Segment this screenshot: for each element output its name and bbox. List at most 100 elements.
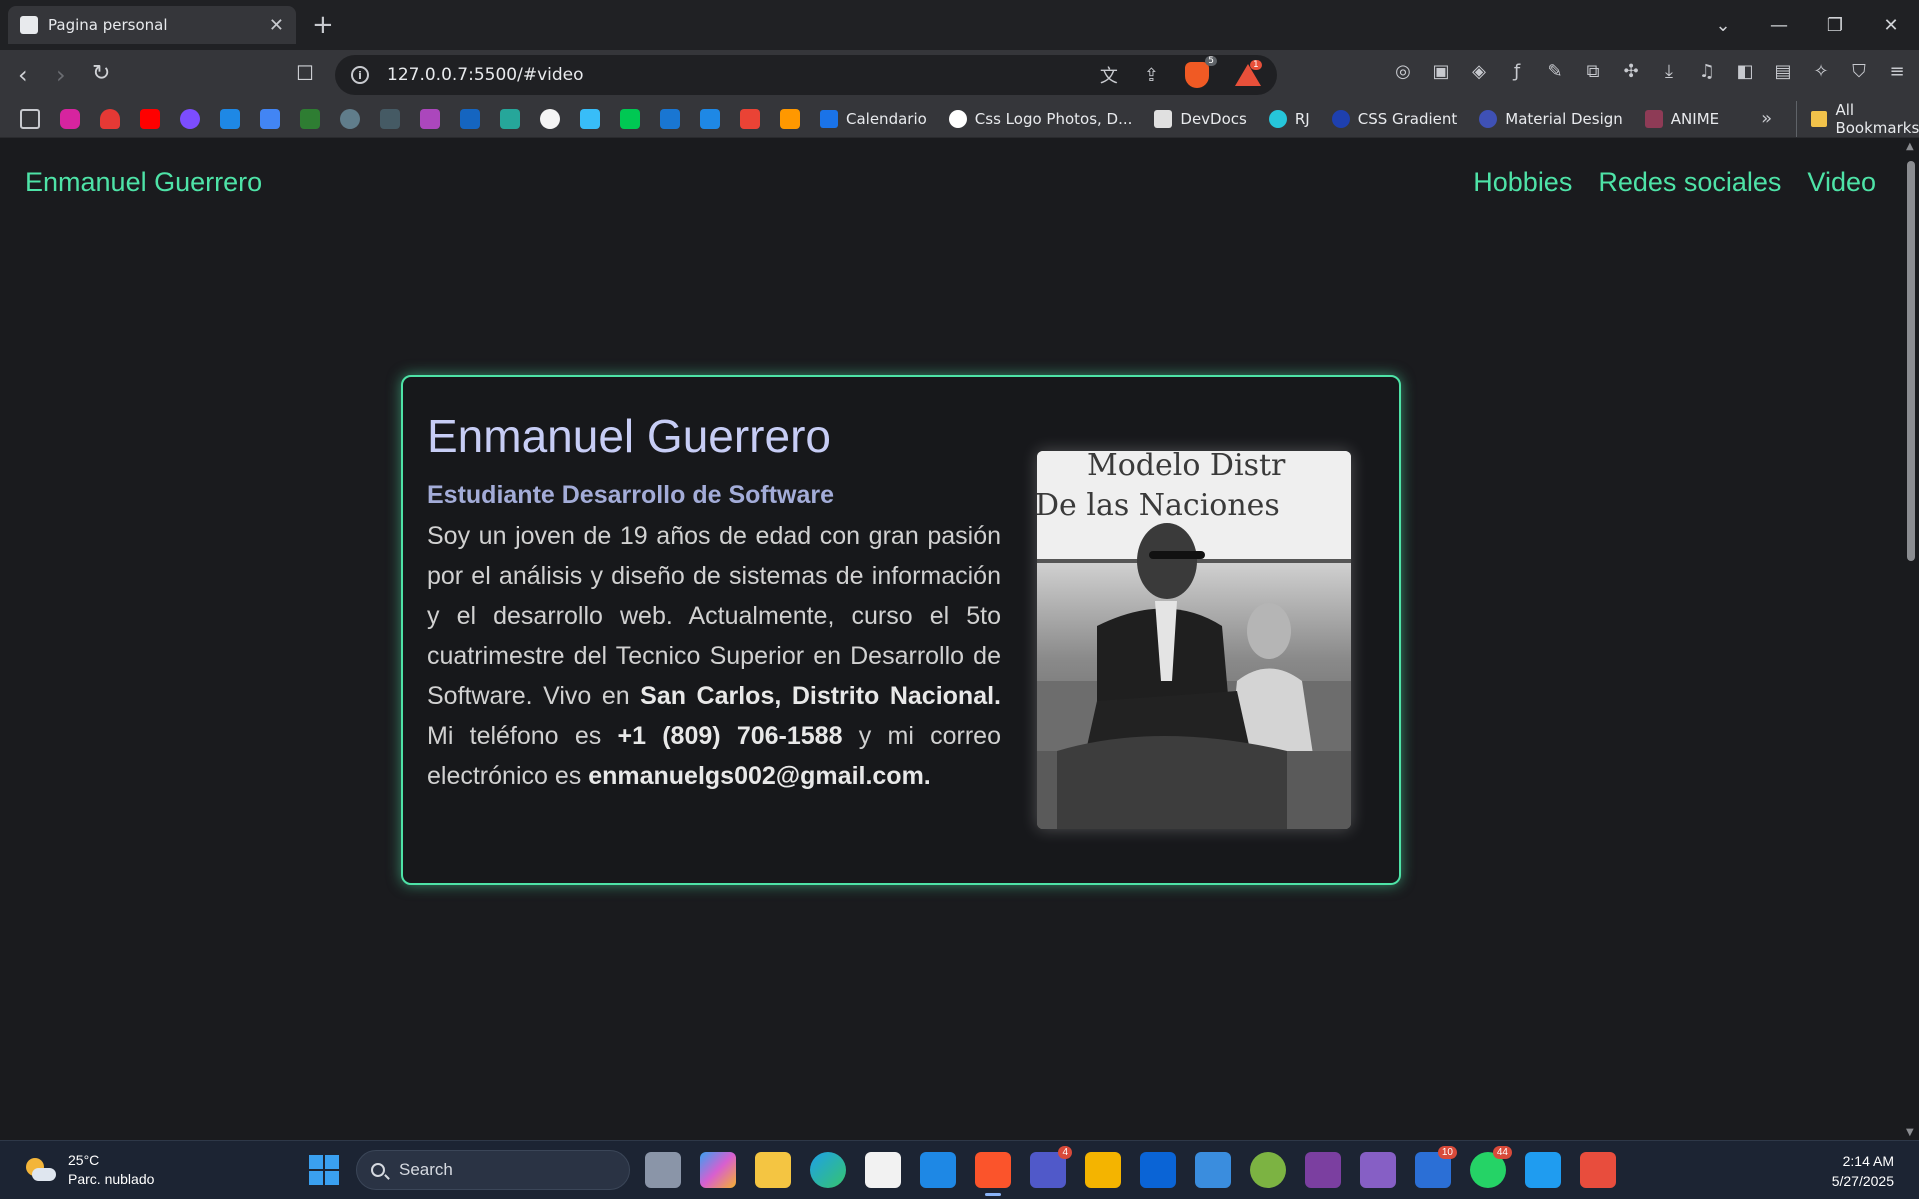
- site-brand-link[interactable]: Enmanuel Guerrero: [25, 167, 262, 198]
- all-bookmarks-folder[interactable]: All Bookmarks: [1796, 100, 1919, 137]
- minimize-icon[interactable]: —: [1751, 15, 1807, 36]
- bookmark-devdocs[interactable]: DevDocs: [1154, 109, 1247, 128]
- bookmark-cs-icon[interactable]: [500, 108, 520, 129]
- bookmark-page-icon[interactable]: ☐: [296, 61, 314, 85]
- search-icon: [371, 1163, 385, 1177]
- bookmark-share-icon[interactable]: [700, 108, 720, 129]
- edge-icon[interactable]: [810, 1152, 846, 1188]
- microsoft-store-icon[interactable]: [865, 1152, 901, 1188]
- heart-icon[interactable]: [100, 108, 120, 129]
- instagram-icon[interactable]: [60, 108, 80, 129]
- wallet-icon[interactable]: ▤: [1773, 61, 1793, 85]
- new-tab-icon[interactable]: +: [312, 10, 334, 40]
- scroll-down-icon[interactable]: ▼: [1906, 1127, 1914, 1138]
- file-explorer-icon[interactable]: [755, 1152, 791, 1188]
- bookmark-anime[interactable]: ANIME: [1644, 109, 1719, 128]
- github-icon[interactable]: [540, 108, 560, 129]
- close-window-icon[interactable]: ✕: [1863, 15, 1919, 36]
- forward-icon[interactable]: ›: [56, 61, 66, 89]
- outlook-icon[interactable]: [1140, 1152, 1176, 1188]
- scroll-up-icon[interactable]: ▲: [1906, 141, 1914, 152]
- bookmark-material-design[interactable]: Material Design: [1479, 109, 1623, 128]
- extension-eyedropper-icon[interactable]: ✎: [1545, 61, 1565, 85]
- extension-copy-icon[interactable]: ⧉: [1583, 61, 1603, 85]
- bookmark-colors-icon[interactable]: [620, 108, 640, 129]
- scroll-thumb[interactable]: [1907, 161, 1915, 561]
- azure-data-studio-icon[interactable]: [920, 1152, 956, 1188]
- close-tab-icon[interactable]: ✕: [269, 15, 284, 36]
- extension-spy-icon[interactable]: ◎: [1393, 61, 1413, 85]
- vscode-icon[interactable]: [1525, 1152, 1561, 1188]
- bookmark-orb-icon[interactable]: [180, 108, 200, 129]
- menu-icon[interactable]: ≡: [1887, 61, 1907, 85]
- weather-widget[interactable]: 25°C Parc. nublado: [24, 1151, 154, 1189]
- tab-pagina-personal[interactable]: Pagina personal ✕: [8, 6, 296, 44]
- taskbar-search[interactable]: Search: [356, 1150, 630, 1190]
- extensions-puzzle-icon[interactable]: ✣: [1621, 61, 1641, 85]
- bookmark-flag-icon[interactable]: [660, 108, 680, 129]
- nav-link-redes-sociales[interactable]: Redes sociales: [1598, 167, 1781, 198]
- teams-icon[interactable]: 4: [1030, 1146, 1072, 1188]
- bookmark-chart-icon[interactable]: [380, 108, 400, 129]
- bookmark-play-icon[interactable]: [460, 108, 480, 129]
- material-design-icon: [1479, 109, 1498, 128]
- sidebar-icon[interactable]: ◧: [1735, 61, 1755, 85]
- leo-ai-icon[interactable]: ✧: [1811, 61, 1831, 85]
- translate-icon[interactable]: 文: [1100, 62, 1118, 88]
- snipping-tool-icon[interactable]: [1085, 1152, 1121, 1188]
- m365-copilot-icon[interactable]: [700, 1152, 736, 1188]
- youtube-icon[interactable]: [140, 108, 160, 129]
- teams-badge: 4: [1058, 1146, 1072, 1159]
- bookmark-globe-icon[interactable]: [340, 108, 360, 129]
- back-icon[interactable]: ‹: [18, 61, 28, 89]
- taskbar-apps: 4 10 44: [645, 1146, 1616, 1196]
- address-bar[interactable]: i 127.0.0.7:5500/#video 文 ⇪ 5 1: [335, 55, 1277, 95]
- bookmark-css-logo[interactable]: Css Logo Photos, D...: [948, 109, 1132, 128]
- url-text[interactable]: 127.0.0.7:5500/#video: [387, 65, 584, 85]
- nav-link-hobbies[interactable]: Hobbies: [1473, 167, 1572, 198]
- taskbar-clock[interactable]: 2:14 AM 5/27/2025: [1832, 1151, 1894, 1191]
- downloads-icon[interactable]: ⤓: [1659, 61, 1679, 85]
- bookmark-avatar-icon[interactable]: [420, 108, 440, 129]
- bookmark-calendario[interactable]: Calendario: [820, 109, 927, 128]
- tab-search-icon[interactable]: ⌄: [1695, 15, 1751, 36]
- vpn-shield-icon[interactable]: ⛉: [1849, 61, 1869, 85]
- google-docs-icon[interactable]: [260, 108, 280, 129]
- todo-icon[interactable]: 10: [1415, 1146, 1457, 1188]
- bookmark-w-icon[interactable]: [300, 108, 320, 129]
- profile-bio: Soy un joven de 19 años de edad con gran…: [427, 522, 1001, 790]
- brave-browser-icon[interactable]: [975, 1152, 1011, 1196]
- window-controls: ⌄ — ❐ ✕: [1695, 0, 1919, 50]
- clipchamp-icon[interactable]: [1195, 1152, 1231, 1188]
- windows-start-icon[interactable]: [309, 1155, 339, 1185]
- extension-layers-icon[interactable]: ◈: [1469, 61, 1489, 85]
- bookmark-triangle-icon[interactable]: [780, 108, 800, 129]
- profile-photo: Modelo Distr De las Naciones: [1037, 451, 1351, 829]
- css-gradient-icon: [1331, 109, 1350, 128]
- site-info-icon[interactable]: i: [351, 66, 369, 84]
- more-bookmarks-icon[interactable]: »: [1761, 108, 1772, 129]
- task-view-icon[interactable]: [645, 1152, 681, 1188]
- brave-rewards-icon[interactable]: 1: [1235, 60, 1262, 86]
- whatsapp-icon[interactable]: 44: [1470, 1146, 1512, 1188]
- bookmark-rj[interactable]: RJ: [1268, 109, 1310, 128]
- git-icon[interactable]: [1580, 1152, 1616, 1188]
- apps-grid-icon[interactable]: [20, 108, 40, 129]
- tailwind-icon[interactable]: [580, 108, 600, 129]
- reload-icon[interactable]: ↻: [92, 61, 110, 86]
- chrome-canary-icon[interactable]: [1250, 1152, 1286, 1188]
- site-nav-links: Hobbies Redes sociales Video: [1473, 167, 1876, 198]
- bookmark-s-icon[interactable]: [220, 108, 240, 129]
- page-scrollbar[interactable]: ▲ ▼: [1902, 139, 1919, 1140]
- media-icon[interactable]: ♫: [1697, 61, 1717, 85]
- nav-link-video[interactable]: Video: [1807, 167, 1876, 198]
- restore-icon[interactable]: ❐: [1807, 15, 1863, 36]
- onenote-icon[interactable]: [1305, 1152, 1341, 1188]
- bookmark-css-gradient[interactable]: CSS Gradient: [1331, 109, 1457, 128]
- google-translate-icon[interactable]: ▣: [1431, 61, 1451, 85]
- share-icon[interactable]: ⇪: [1144, 65, 1159, 86]
- extension-fx-icon[interactable]: ƒ: [1507, 61, 1527, 85]
- gmail-icon[interactable]: [740, 108, 760, 129]
- visual-studio-icon[interactable]: [1360, 1152, 1396, 1188]
- brave-shields-icon[interactable]: 5: [1185, 56, 1217, 88]
